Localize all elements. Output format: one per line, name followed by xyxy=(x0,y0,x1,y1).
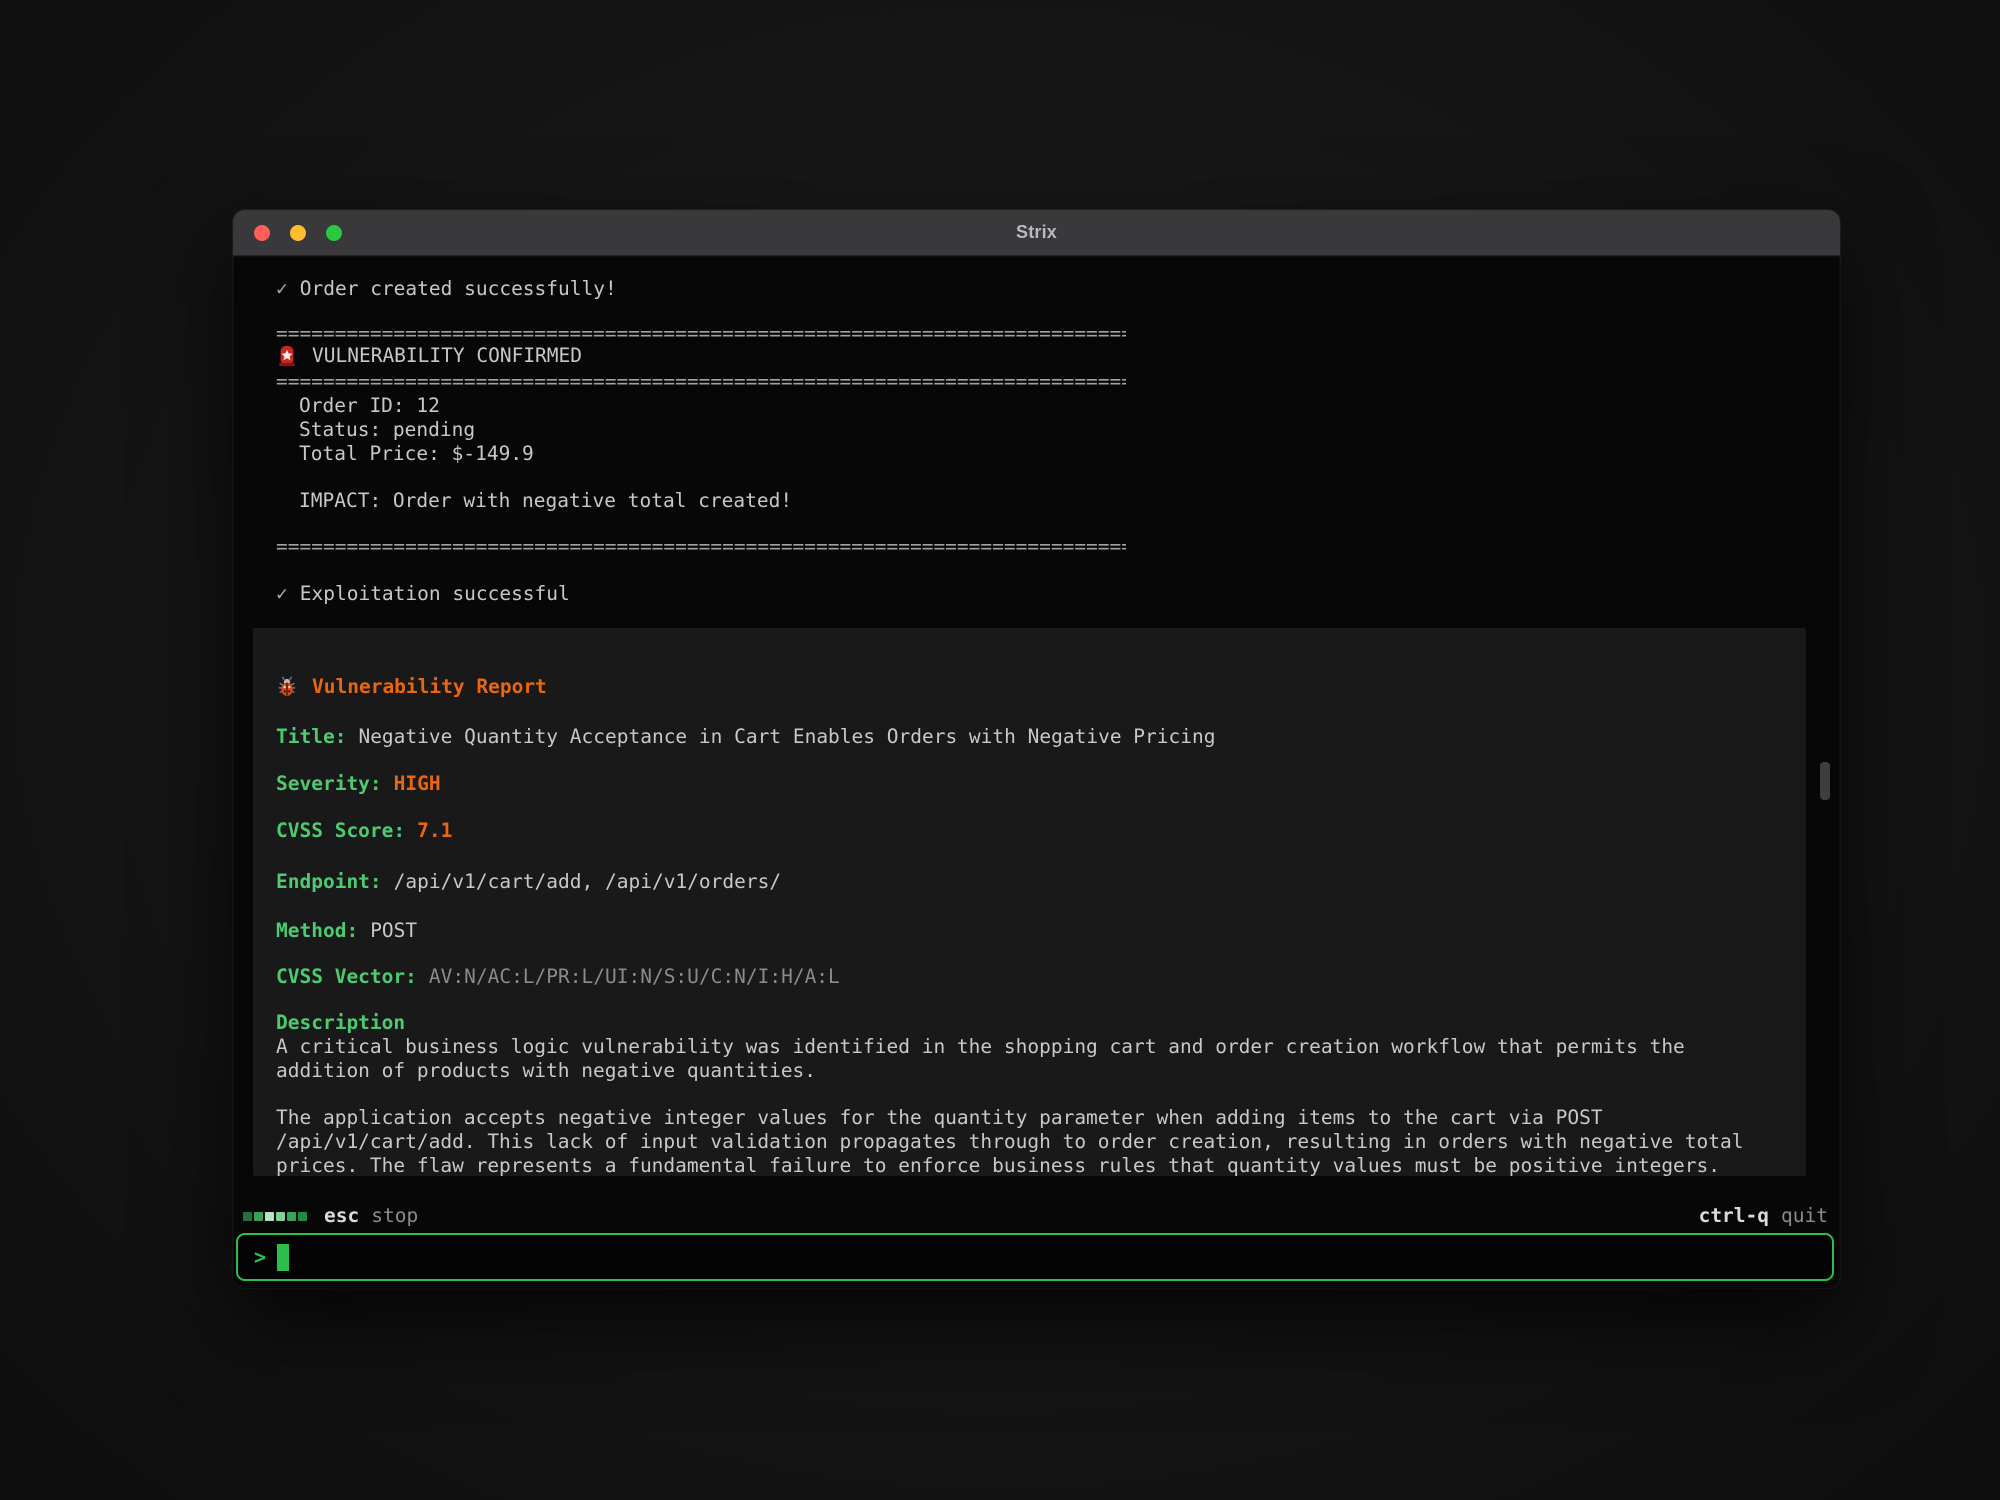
terminal-content: ✓ Order created successfully! ===========… xyxy=(233,256,1840,1287)
separator-line: ========================================… xyxy=(276,370,1126,394)
ctrl-q-key-hint[interactable]: ctrl-q xyxy=(1699,1204,1769,1228)
order-total-line: Total Price: $-149.9 xyxy=(299,442,534,466)
status-bar: esc stop ctrl-q quit xyxy=(233,1203,1840,1229)
exploitation-text: Exploitation successful xyxy=(300,582,570,605)
description-line: /api/v1/cart/add. This lack of input val… xyxy=(276,1130,1744,1154)
order-id-line: Order ID: 12 xyxy=(299,394,440,418)
window-title: Strix xyxy=(233,222,1840,243)
check-icon: ✓ xyxy=(276,277,288,300)
report-field-severity: Severity:HIGH xyxy=(276,772,441,796)
strix-terminal-window: Strix ✓ Order created successfully! =====… xyxy=(233,210,1840,1288)
check-icon: ✓ xyxy=(276,582,288,605)
activity-spinner xyxy=(243,1212,307,1221)
window-titlebar[interactable]: Strix xyxy=(233,210,1840,256)
description-line: addition of products with negative quant… xyxy=(276,1059,816,1083)
report-field-method: Method:POST xyxy=(276,919,417,943)
command-input[interactable]: > xyxy=(236,1233,1834,1281)
vulnerability-report-panel: Vulnerability Report Title:Negative Quan… xyxy=(253,628,1806,1176)
order-status-line: Status: pending xyxy=(299,418,475,442)
exploitation-line: ✓ Exploitation successful xyxy=(276,582,570,606)
description-line: prices. The flaw represents a fundamenta… xyxy=(276,1154,1720,1176)
report-field-cvss-vector: CVSS Vector:AV:N/AC:L/PR:L/UI:N/S:U/C:N/… xyxy=(276,965,840,989)
order-success-line: ✓ Order created successfully! xyxy=(276,277,617,301)
text-cursor xyxy=(277,1244,289,1271)
impact-line: IMPACT: Order with negative total create… xyxy=(299,489,792,513)
quit-action-label: quit xyxy=(1781,1204,1828,1228)
separator-line: ========================================… xyxy=(276,322,1126,346)
report-field-cvss-score: CVSS Score:7.1 xyxy=(276,819,452,843)
order-success-text: Order created successfully! xyxy=(300,277,617,300)
esc-key-hint[interactable]: esc xyxy=(324,1204,359,1228)
report-header-text: Vulnerability Report xyxy=(312,675,547,699)
prompt-chevron: > xyxy=(254,1245,266,1269)
vulnerability-confirmed-banner: VULNERABILITY CONFIRMED xyxy=(276,344,582,368)
report-header: Vulnerability Report xyxy=(276,675,547,699)
report-field-title: Title:Negative Quantity Acceptance in Ca… xyxy=(276,725,1215,749)
description-line: The application accepts negative integer… xyxy=(276,1106,1603,1130)
separator-line: ========================================… xyxy=(276,535,1126,559)
esc-action-label: stop xyxy=(371,1204,418,1228)
severity-badge: HIGH xyxy=(394,772,441,795)
siren-icon xyxy=(276,345,298,367)
report-field-endpoint: Endpoint:/api/v1/cart/add, /api/v1/order… xyxy=(276,870,781,894)
scrollbar-thumb[interactable] xyxy=(1820,762,1830,800)
cvss-score-value: 7.1 xyxy=(417,819,452,842)
description-heading: Description xyxy=(276,1011,405,1035)
description-line: A critical business logic vulnerability … xyxy=(276,1035,1685,1059)
vulnerability-confirmed-text: VULNERABILITY CONFIRMED xyxy=(312,344,582,368)
bug-icon xyxy=(276,676,298,698)
